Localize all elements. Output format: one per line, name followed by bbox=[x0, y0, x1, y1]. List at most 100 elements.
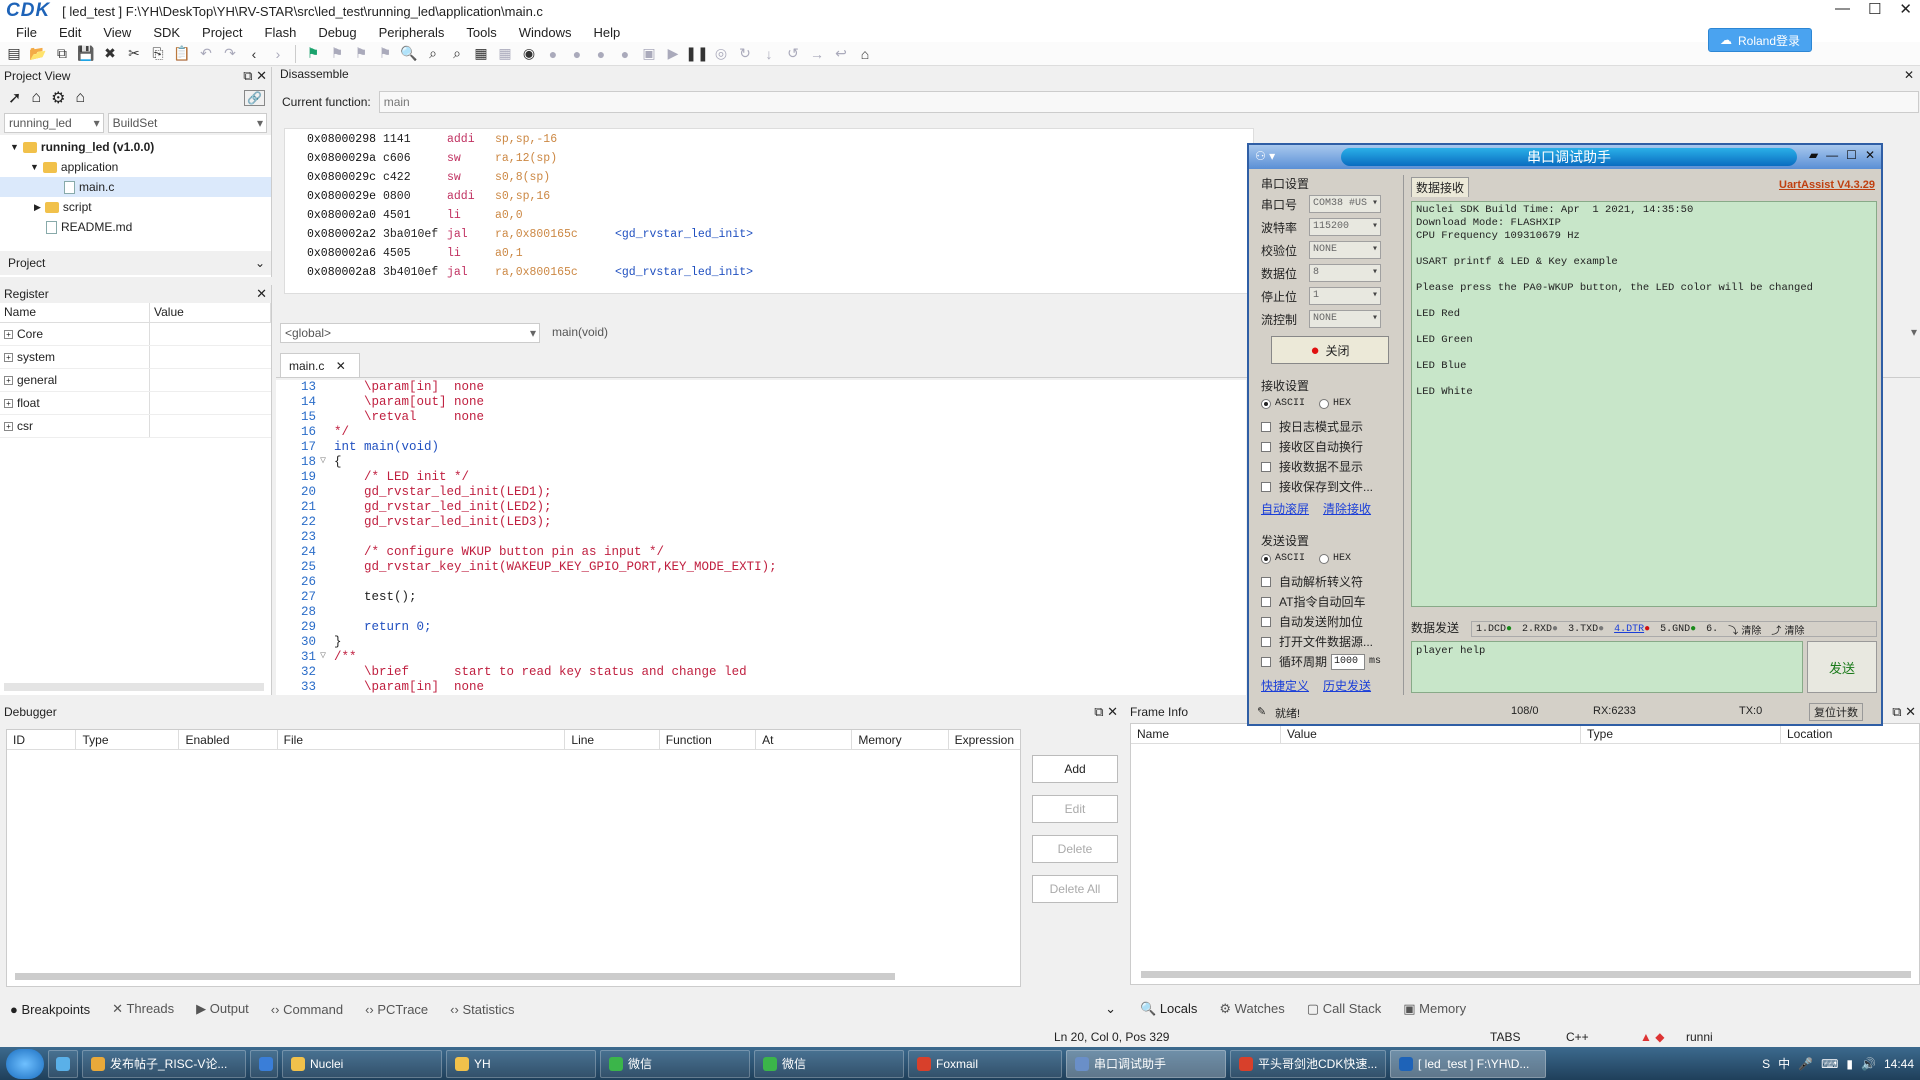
disasm-line[interactable]: 0x080002a8 3b4010ef jal ra,0x800165c <gd_rvs… bbox=[307, 266, 1253, 285]
register-row[interactable]: + general bbox=[0, 369, 271, 392]
pause-icon[interactable]: ❚❚ bbox=[685, 44, 708, 64]
zoom-icon[interactable]: ⌕ bbox=[447, 44, 467, 64]
run-icon[interactable]: ● bbox=[543, 44, 563, 64]
new-file-icon[interactable]: ▤ bbox=[4, 44, 24, 64]
flow-select[interactable]: NONE bbox=[1309, 310, 1381, 328]
send-option[interactable]: AT指令自动回车 bbox=[1261, 593, 1365, 610]
tab-main-c[interactable]: main.c ✕ bbox=[280, 353, 360, 377]
app-menu-icon[interactable]: ⚇ ▾ bbox=[1255, 149, 1275, 163]
network-icon[interactable]: ⚙ bbox=[51, 88, 65, 108]
code-line[interactable]: 22 gd_rvstar_led_init(LED3); bbox=[276, 515, 1246, 530]
loop-input[interactable]: 1000 bbox=[1331, 653, 1366, 670]
minimize-icon[interactable]: — bbox=[1835, 0, 1850, 18]
close-icon[interactable]: ✕ bbox=[1899, 0, 1912, 18]
code-line[interactable]: 14 \param[out] none bbox=[276, 395, 1246, 410]
scope-combo[interactable]: <global> bbox=[280, 323, 540, 343]
databits-select[interactable]: 8 bbox=[1309, 264, 1381, 282]
rebuild-icon[interactable]: ▦ bbox=[495, 44, 515, 64]
auto-scroll-link[interactable]: 自动滚屏 bbox=[1261, 500, 1309, 517]
tab-command[interactable]: ‹› Command bbox=[271, 1002, 343, 1017]
code-line[interactable]: 19 /* LED init */ bbox=[276, 470, 1246, 485]
version-link[interactable]: UartAssist V4.3.29 bbox=[1779, 179, 1875, 191]
menu-edit[interactable]: Edit bbox=[53, 25, 87, 40]
find-in-files-icon[interactable]: ⌕ bbox=[423, 44, 443, 64]
code-line[interactable]: 26 bbox=[276, 575, 1246, 590]
paste-icon[interactable]: 📋 bbox=[172, 44, 192, 64]
recv-area[interactable]: Nuclei SDK Build Time: Apr 1 2021, 14:35… bbox=[1411, 201, 1877, 607]
code-line[interactable]: 24 /* configure WKUP button pin as input… bbox=[276, 545, 1246, 560]
code-line[interactable]: 27 test(); bbox=[276, 590, 1246, 605]
register-row[interactable]: + system bbox=[0, 346, 271, 369]
panel-close-icon[interactable]: ⧉ ✕ bbox=[1892, 704, 1916, 720]
back-icon[interactable]: ‹ bbox=[244, 44, 264, 64]
minimize-icon[interactable]: — bbox=[1826, 148, 1838, 162]
language-icon[interactable]: 中 bbox=[1778, 1055, 1790, 1072]
register-row[interactable]: + csr bbox=[0, 415, 271, 438]
code-line[interactable]: 33 \param[in] none bbox=[276, 680, 1246, 695]
delete-button[interactable]: Delete bbox=[1032, 835, 1118, 863]
stopbits-select[interactable]: 1 bbox=[1309, 287, 1381, 305]
recv-option[interactable]: 接收保存到文件... bbox=[1261, 478, 1373, 495]
checkbox[interactable] bbox=[1261, 461, 1271, 472]
splitter[interactable] bbox=[1403, 175, 1411, 695]
checkbox[interactable] bbox=[1261, 441, 1271, 452]
horizontal-scrollbar[interactable] bbox=[1141, 971, 1911, 978]
panel-close-icon[interactable]: ⧉ ✕ bbox=[1094, 704, 1118, 720]
copy-icon[interactable]: ⎘ bbox=[148, 44, 168, 64]
taskbar-app-icon[interactable] bbox=[250, 1049, 278, 1078]
disasm-line[interactable]: 0x080002a2 3ba010ef jal ra,0x800165c <gd_rvs… bbox=[307, 228, 1253, 247]
forward-icon[interactable]: › bbox=[268, 44, 288, 64]
checkbox[interactable] bbox=[1261, 421, 1271, 432]
home-icon[interactable]: ⌂ bbox=[855, 44, 875, 64]
code-line[interactable]: 18 ▽ { bbox=[276, 455, 1246, 470]
volume-icon[interactable]: 🔊 bbox=[1861, 1057, 1876, 1071]
redo-icon[interactable]: ↷ bbox=[220, 44, 240, 64]
reset-count-button[interactable]: 复位计数 bbox=[1809, 703, 1863, 721]
checkbox[interactable] bbox=[1261, 481, 1271, 492]
expand-icon[interactable]: + bbox=[4, 352, 13, 362]
register-row[interactable]: + Core bbox=[0, 323, 271, 346]
debug-start-icon[interactable]: ◉ bbox=[519, 44, 539, 64]
close-icon[interactable]: ✕ bbox=[256, 286, 267, 302]
prev-bookmark-icon[interactable]: ⚑ bbox=[327, 44, 347, 64]
disasm-line[interactable]: 0x080002a6 4505 li a0,1 bbox=[307, 247, 1253, 266]
recv-option[interactable]: 接收数据不显示 bbox=[1261, 458, 1363, 475]
play-icon[interactable]: ▶ bbox=[663, 44, 683, 64]
screen-icon[interactable]: ▣ bbox=[639, 44, 659, 64]
code-line[interactable]: 13 \param[in] none bbox=[276, 380, 1246, 395]
recv-option[interactable]: 按日志模式显示 bbox=[1261, 418, 1363, 435]
maximize-icon[interactable]: ☐ bbox=[1868, 0, 1881, 18]
horizontal-scrollbar[interactable] bbox=[15, 973, 895, 980]
code-editor[interactable]: 13 \param[in] none 14 \param[out] none 15 … bbox=[276, 380, 1246, 695]
taskbar-item[interactable]: 微信 bbox=[600, 1049, 750, 1078]
tab-breakpoints[interactable]: ● Breakpoints bbox=[10, 1002, 90, 1017]
disasm-line[interactable]: 0x0800029e 0800 addi s0,sp,16 bbox=[307, 190, 1253, 209]
stop-icon[interactable]: ◎ bbox=[711, 44, 731, 64]
menu-project[interactable]: Project bbox=[196, 25, 248, 40]
build-home-icon[interactable]: ⌂ bbox=[31, 89, 41, 107]
add-button[interactable]: Add bbox=[1032, 755, 1118, 783]
step-icon[interactable]: ● bbox=[567, 44, 587, 64]
clock[interactable]: 14:44 bbox=[1884, 1057, 1914, 1071]
checkbox[interactable] bbox=[1261, 576, 1271, 587]
project-dropdown[interactable]: Project ⌄ bbox=[0, 251, 271, 275]
code-line[interactable]: 29 return 0; bbox=[276, 620, 1246, 635]
step-into-icon[interactable]: ↓ bbox=[759, 44, 779, 64]
taskbar-item[interactable]: YH bbox=[446, 1049, 596, 1078]
clear-bookmark-icon[interactable]: ⚑ bbox=[375, 44, 395, 64]
open-folder-icon[interactable]: 📂 bbox=[28, 44, 48, 64]
baud-select[interactable]: 115200 bbox=[1309, 218, 1381, 236]
find-icon[interactable]: 🔍 bbox=[399, 44, 419, 64]
current-function-input[interactable]: main bbox=[378, 91, 1919, 113]
close-icon[interactable]: ✕ bbox=[1865, 148, 1875, 162]
close-tab-icon[interactable]: ✕ bbox=[336, 359, 346, 373]
pin-dtr[interactable]: 4.DTR● bbox=[1614, 624, 1650, 635]
code-line[interactable]: 15 \retval none bbox=[276, 410, 1246, 425]
panel-close-icon[interactable]: ⧉ ✕ bbox=[243, 68, 267, 84]
clear-button-2[interactable]: ⤴ 清除 bbox=[1771, 622, 1804, 637]
delete-all-button[interactable]: Delete All bbox=[1032, 875, 1118, 903]
tab-output[interactable]: ▶ Output bbox=[196, 1001, 249, 1017]
tree-script[interactable]: ▶ script bbox=[0, 197, 271, 217]
send-button[interactable]: 发送 bbox=[1807, 641, 1877, 693]
tab-send[interactable]: 数据发送 bbox=[1411, 619, 1459, 636]
